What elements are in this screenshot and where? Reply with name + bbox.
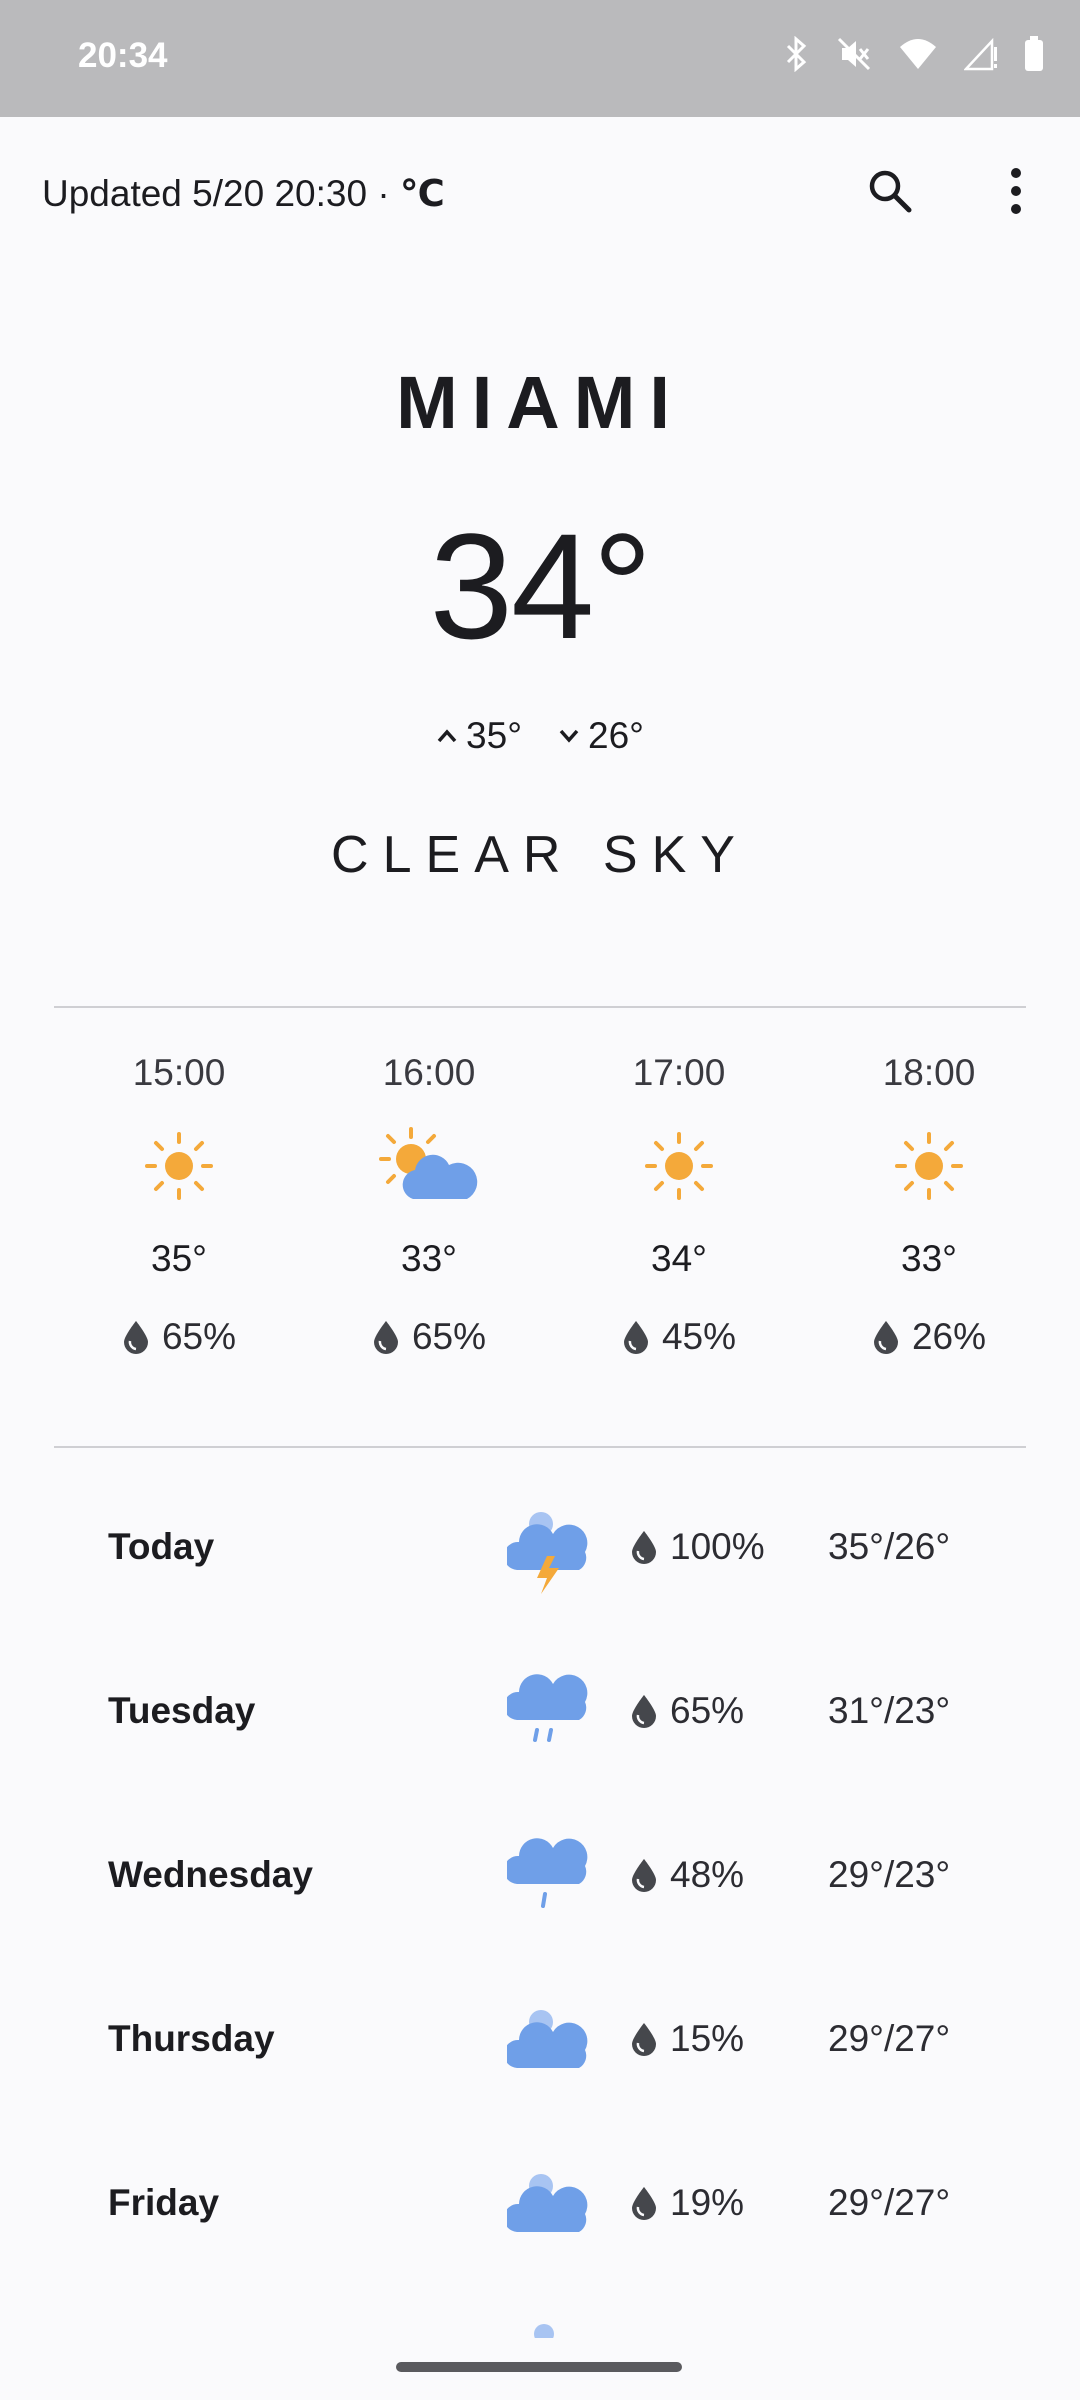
bluetooth-icon — [786, 36, 807, 72]
raindrop-icon — [632, 2023, 656, 2056]
more-options-button[interactable] — [980, 155, 1052, 227]
day-precipitation: 100% — [630, 1526, 765, 1568]
high-low: 35° 26° — [0, 715, 1080, 757]
battery-icon — [1025, 36, 1043, 71]
raindrop-icon — [632, 1859, 656, 1892]
hour-item: 15:00 35° 65% — [54, 1010, 304, 1358]
raindrop-icon — [632, 1531, 656, 1564]
day-precip-value: 48% — [670, 1854, 745, 1895]
home-indicator[interactable] — [396, 2362, 682, 2372]
mute-icon — [837, 37, 871, 71]
chevron-down-icon — [559, 729, 579, 743]
high-temp-value: 35° — [466, 715, 522, 756]
search-icon — [869, 170, 912, 213]
weather-condition: CLEAR SKY — [331, 826, 749, 884]
day-high-low: 29°/27° — [828, 2018, 951, 2059]
updated-label: Updated 5/20 20:30 · — [42, 173, 400, 214]
high-temp: 35° — [436, 715, 522, 757]
light-rain-icon — [504, 1828, 594, 1928]
sun-icon — [804, 1116, 1054, 1216]
day-row[interactable]: Wednesday 48% 29°/23° — [0, 1796, 1080, 1960]
day-row[interactable]: Tuesday 65% 31°/23° — [0, 1632, 1080, 1796]
day-name: Friday — [108, 2182, 220, 2223]
cloudy-icon — [504, 2156, 594, 2256]
day-precipitation: 19% — [630, 2182, 744, 2224]
day-row[interactable]: Thursday 15% 29°/27° — [0, 1960, 1080, 2124]
divider-top — [54, 1006, 1026, 1008]
status-bar: 20:34 — [0, 0, 1080, 117]
hour-temp: 33° — [901, 1238, 957, 1279]
updated-text: Updated 5/20 20:30 · ℃ — [42, 172, 445, 215]
day-row[interactable]: Today 100% 35°/26° — [0, 1468, 1080, 1632]
raindrop-icon — [623, 1321, 648, 1354]
hour-time: 17:00 — [632, 1052, 726, 1093]
day-high-low: 35°/26° — [828, 1526, 951, 1567]
hour-precipitation: 65% — [54, 1316, 304, 1358]
status-time: 20:34 — [78, 36, 168, 75]
hour-item: 17:00 34° 45% — [554, 1010, 804, 1358]
sun-icon — [554, 1116, 804, 1216]
hour-precip-value: 65% — [411, 1316, 487, 1357]
hour-precip-value: 65% — [161, 1316, 237, 1357]
more-vert-icon — [1011, 168, 1021, 214]
day-high-low: 31°/23° — [828, 1690, 951, 1731]
current-temperature: 34° — [429, 502, 653, 670]
raindrop-icon — [632, 2187, 656, 2220]
hourly-forecast: 15:00 35° 65% 16:00 33° 65% 17:00 34° 45… — [54, 1010, 1054, 1430]
hour-time: 15:00 — [132, 1052, 226, 1093]
sun-icon — [54, 1116, 304, 1216]
day-name: Tuesday — [108, 1690, 256, 1731]
hour-temp: 34° — [651, 1238, 707, 1279]
top-bar: Updated 5/20 20:30 · ℃ — [0, 117, 1080, 265]
hour-time: 18:00 — [882, 1052, 976, 1093]
hour-item: 18:00 33° 26% — [804, 1010, 1054, 1358]
day-precip-value: 15% — [670, 2018, 745, 2059]
hour-time: 16:00 — [382, 1052, 476, 1093]
day-precipitation: 15% — [630, 2018, 744, 2060]
wifi-icon — [900, 39, 936, 69]
hour-precip-value: 45% — [661, 1316, 737, 1357]
low-temp: 26° — [558, 715, 644, 757]
city-name: MIAMI — [396, 361, 684, 444]
day-name: Today — [108, 1526, 215, 1567]
day-precipitation: 65% — [630, 1690, 744, 1732]
cell-signal-icon — [964, 37, 997, 71]
low-temp-value: 26° — [588, 715, 644, 756]
day-row[interactable]: Friday 19% 29°/27° — [0, 2124, 1080, 2288]
chevron-up-icon — [437, 729, 457, 743]
hour-temp: 35° — [151, 1238, 207, 1279]
day-precip-value: 19% — [670, 2182, 745, 2223]
day-high-low: 29°/27° — [828, 2182, 951, 2223]
partly-cloudy-icon — [304, 1116, 554, 1216]
raindrop-icon — [873, 1321, 898, 1354]
raindrop-icon — [373, 1321, 398, 1354]
rain-icon — [504, 1664, 594, 1764]
hour-precipitation: 26% — [804, 1316, 1054, 1358]
raindrop-icon — [123, 1321, 148, 1354]
day-precip-value: 65% — [670, 1690, 745, 1731]
status-icons — [784, 36, 1044, 72]
day-precip-value: 100% — [670, 1526, 765, 1567]
day-name: Wednesday — [108, 1854, 313, 1895]
day-high-low: 29°/23° — [828, 1854, 951, 1895]
hour-precip-value: 26% — [911, 1316, 987, 1357]
raindrop-icon — [632, 1695, 656, 1728]
unit-toggle[interactable]: ℃ — [400, 173, 445, 214]
day-name: Thursday — [108, 2018, 275, 2059]
hour-precipitation: 65% — [304, 1316, 554, 1358]
hour-temp: 33° — [401, 1238, 457, 1279]
divider-bottom — [54, 1446, 1026, 1448]
thunderstorm-icon — [504, 1500, 594, 1600]
daily-forecast: Today 100% 35°/26° Tuesday 65% 31°/23° W… — [0, 1468, 1080, 2288]
partial-cloud-icon — [524, 2320, 564, 2338]
hour-precipitation: 45% — [554, 1316, 804, 1358]
day-precipitation: 48% — [630, 1854, 744, 1896]
search-button[interactable] — [854, 155, 926, 227]
hour-item: 16:00 33° 65% — [304, 1010, 554, 1358]
cloudy-icon — [504, 1992, 594, 2092]
